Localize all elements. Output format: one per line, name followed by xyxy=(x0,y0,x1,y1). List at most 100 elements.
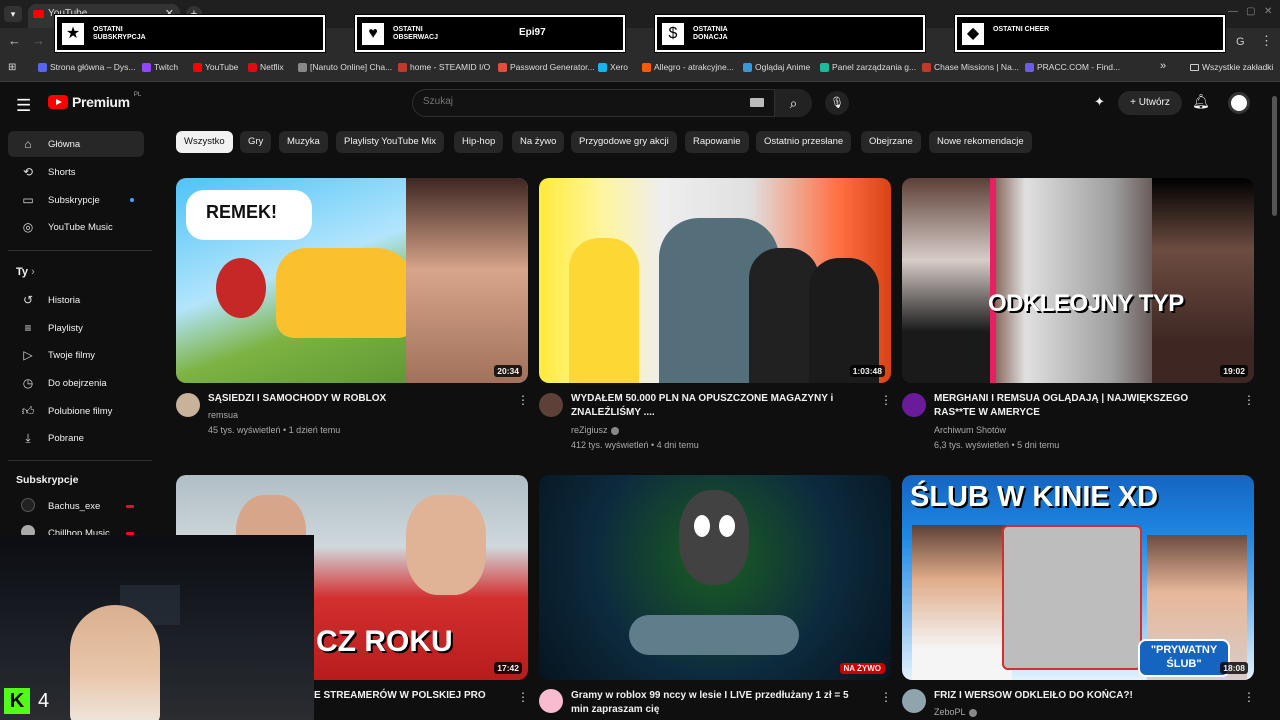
video-title[interactable]: MERGHANI I REMSUA OGLĄDAJĄ | NAJWIĘKSZEG… xyxy=(934,392,1224,420)
divider-stripe xyxy=(990,178,996,383)
video-thumbnail[interactable]: NA ŻYWO xyxy=(539,475,891,680)
bookmark-item[interactable]: Chase Missions | Na... xyxy=(922,62,1019,72)
sidebar-item-home[interactable]: ⌂ Główna xyxy=(8,131,144,157)
sidebar-item-subscriptions[interactable]: ▭ Subskrypcje xyxy=(8,187,144,213)
sidebar-item-watch-later[interactable]: ◷ Do obejrzenia xyxy=(8,370,144,396)
search-button[interactable]: ⌕ xyxy=(774,89,812,117)
more-bookmarks-icon[interactable]: » xyxy=(1160,60,1166,72)
maximize-icon[interactable]: ▢ xyxy=(1246,6,1255,17)
account-avatar[interactable] xyxy=(1228,92,1250,114)
bookmark-item[interactable]: Netflix xyxy=(248,62,284,72)
search-input[interactable] xyxy=(423,96,723,107)
video-thumbnail[interactable]: 1:03:48 xyxy=(539,178,891,383)
sidebar-item-your-videos[interactable]: ▷ Twoje filmy xyxy=(8,342,144,368)
browser-menu-icon[interactable]: ⋮ xyxy=(1260,33,1273,49)
voice-search-icon[interactable]: 🎙 xyxy=(825,91,849,115)
filter-chip[interactable]: Na żywo xyxy=(512,131,565,153)
filter-chip[interactable]: Rapowanie xyxy=(685,131,749,153)
channel-avatar[interactable] xyxy=(539,393,563,417)
bookmark-item[interactable]: Password Generator... xyxy=(498,62,595,72)
close-window-icon[interactable]: ✕ xyxy=(1264,6,1272,17)
widget-label: OSTATNI OBSERWACJ xyxy=(393,26,438,41)
page-scrollbar[interactable] xyxy=(1272,96,1277,216)
sidebar-divider xyxy=(8,250,152,251)
forward-icon[interactable]: → xyxy=(32,33,45,48)
bookmark-item[interactable]: Panel zarządzania g... xyxy=(820,62,916,72)
cast-icon[interactable]: ✦ xyxy=(1094,94,1105,110)
filter-chip[interactable]: Gry xyxy=(240,131,272,153)
hamburger-menu-icon[interactable]: ☰ xyxy=(16,96,31,116)
channel-name[interactable]: Archiwum Shotów xyxy=(934,423,1006,438)
video-thumbnail[interactable]: REMEK! 20:34 xyxy=(176,178,528,383)
channel-name[interactable]: reZigiusz xyxy=(571,423,619,438)
video-title[interactable]: FRIZ I WERSOW ODKLEIŁO DO KOŃCA?! xyxy=(934,689,1224,703)
bookmark-item[interactable]: Oglądaj Anime xyxy=(743,62,810,72)
sidebar-you-heading[interactable]: Ty › xyxy=(16,266,35,278)
video-title[interactable]: WYDAŁEM 50.000 PLN NA OPUSZCZONE MAGAZYN… xyxy=(571,392,861,420)
minimize-icon[interactable]: — xyxy=(1228,6,1238,17)
overlay-last-donation: $ OSTATNIA DONACJA xyxy=(654,14,926,53)
create-button[interactable]: + Utwórz xyxy=(1118,91,1182,115)
sidebar-item-playlists[interactable]: ≡ Playlisty xyxy=(8,315,144,341)
all-bookmarks[interactable]: Wszystkie zakładki xyxy=(1190,62,1273,72)
channel-avatar[interactable] xyxy=(902,689,926,713)
sidebar-item-downloads[interactable]: ⤓ Pobrane xyxy=(8,425,144,451)
bookmark-item[interactable]: Allegro - atrakcyjne... xyxy=(642,62,734,72)
filter-chip[interactable]: Hip-hop xyxy=(454,131,504,153)
video-more-icon[interactable]: ⋮ xyxy=(880,393,892,407)
diamond-icon: ◆ xyxy=(962,23,984,45)
channel-avatar xyxy=(21,497,35,512)
channel-avatar[interactable] xyxy=(902,393,926,417)
channel-name[interactable]: ZeboPL xyxy=(934,705,977,720)
bookmark-item[interactable]: [Naruto Online] Cha... xyxy=(298,62,392,72)
bookmark-item[interactable]: PRACC.COM - Find... xyxy=(1025,62,1120,72)
roblox-character-shape xyxy=(216,258,266,318)
taxi-car-shape xyxy=(276,248,416,338)
tab-list-button[interactable]: ▾ xyxy=(4,6,22,22)
video-title[interactable]: Gramy w roblox 99 nccy w lesie I LIVE pr… xyxy=(571,689,861,717)
filter-chip[interactable]: Nowe rekomendacje xyxy=(929,131,1032,153)
widget-label: OSTATNIA DONACJA xyxy=(693,26,728,41)
apps-icon[interactable]: ⊞ xyxy=(8,62,16,73)
sidebar-item-shorts[interactable]: ⟲ Shorts xyxy=(8,159,144,185)
folder-icon xyxy=(1190,63,1199,71)
video-more-icon[interactable]: ⋮ xyxy=(517,690,529,704)
bookmark-item[interactable]: home - STEAMID I/O xyxy=(398,62,490,72)
sidebar-item-youtube-music[interactable]: ◎ YouTube Music xyxy=(8,214,144,240)
filter-chip[interactable]: Wszystko xyxy=(176,131,233,153)
filter-chip[interactable]: Przygodowe gry akcji xyxy=(571,131,677,153)
sidebar-item-history[interactable]: ↺ Historia xyxy=(8,287,144,313)
video-title[interactable]: SĄSIEDZI I SAMOCHODY W ROBLOX xyxy=(208,392,498,406)
youtube-premium-logo[interactable]: Premium PL xyxy=(48,92,141,110)
video-more-icon[interactable]: ⋮ xyxy=(1243,690,1255,704)
keyboard-icon[interactable] xyxy=(750,98,764,107)
video-more-icon[interactable]: ⋮ xyxy=(517,393,529,407)
bookmark-favicon-icon xyxy=(38,62,47,72)
filter-chip[interactable]: Obejrzane xyxy=(861,131,921,153)
bookmark-item[interactable]: Twitch xyxy=(142,62,178,72)
thumbnail-text: REMEK! xyxy=(206,202,277,222)
notifications-bell-icon[interactable]: 🔔︎ xyxy=(1192,93,1210,110)
video-thumbnail[interactable]: ODKLEOJNY TYP 19:02 xyxy=(902,178,1254,383)
menu-g-icon[interactable]: G xyxy=(1236,36,1245,48)
bookmark-favicon-icon xyxy=(142,62,151,72)
channel-name[interactable]: remsua xyxy=(208,408,238,423)
thumbnail-text: CZ ROKU xyxy=(316,625,453,658)
home-icon: ⌂ xyxy=(24,137,32,151)
bookmark-item[interactable]: Strona główna – Dys... xyxy=(38,62,136,72)
bookmark-favicon-icon xyxy=(642,62,651,72)
sidebar-item-channel[interactable]: Bachus_exe xyxy=(8,493,144,519)
video-thumbnail[interactable]: ŚLUB W KINIE XD "PRYWATNY ŚLUB" 18:08 xyxy=(902,475,1254,680)
video-more-icon[interactable]: ⋮ xyxy=(1243,393,1255,407)
filter-chip[interactable]: Ostatnio przesłane xyxy=(756,131,852,153)
back-icon[interactable]: ← xyxy=(8,33,21,48)
channel-avatar[interactable] xyxy=(176,393,200,417)
filter-chip[interactable]: Muzyka xyxy=(279,131,328,153)
bookmark-item[interactable]: YouTube xyxy=(193,62,238,72)
sidebar-item-liked-videos[interactable]: 👍︎ Polubione filmy xyxy=(8,398,144,424)
bookmark-favicon-icon xyxy=(743,62,752,72)
video-more-icon[interactable]: ⋮ xyxy=(880,690,892,704)
filter-chip[interactable]: Playlisty YouTube Mix xyxy=(336,131,445,153)
bookmark-item[interactable]: Xero xyxy=(598,62,628,72)
channel-avatar[interactable] xyxy=(539,689,563,713)
